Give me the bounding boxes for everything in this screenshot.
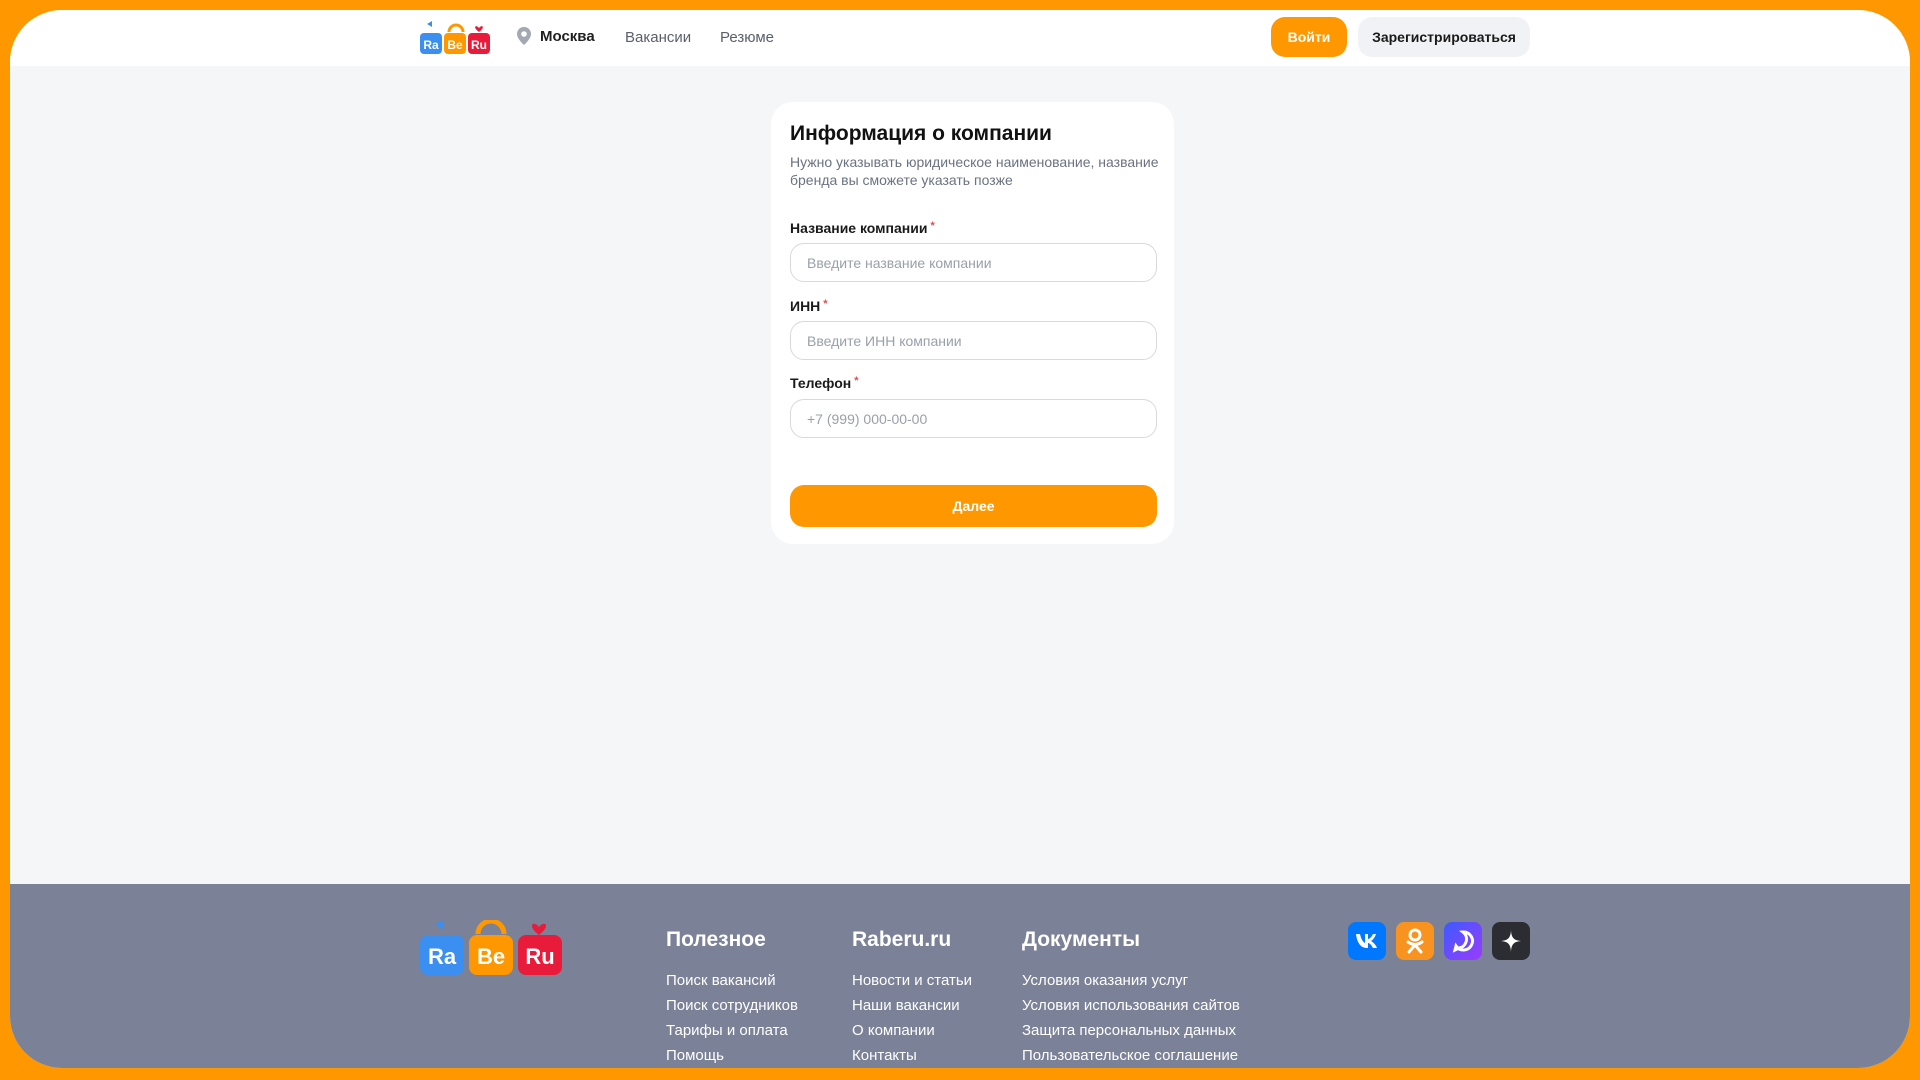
max-messenger-icon[interactable] (1444, 922, 1482, 960)
footer-link-help[interactable]: Помощь (666, 1043, 798, 1068)
raberu-logo-footer[interactable]: Ra Be Ru (418, 920, 564, 978)
footer-link-staff-search[interactable]: Поиск сотрудников (666, 993, 798, 1018)
footer-logo-ra: Ra (428, 944, 457, 969)
company-name-label-text: Название компании (790, 220, 928, 236)
odnoklassniki-icon[interactable] (1396, 922, 1434, 960)
footer-column-title: Raberu.ru (852, 928, 952, 951)
footer-column-documents: Документы Условия оказания услуг Условия… (1022, 928, 1240, 1068)
footer-column-title: Документы (1022, 928, 1141, 951)
footer-logo-be: Be (477, 944, 505, 969)
page-frame: Ra Be Ru Москва Вакансии Резюме Войти За… (10, 10, 1910, 1068)
login-button[interactable]: Войти (1271, 17, 1347, 57)
footer-logo-ru: Ru (525, 944, 554, 969)
ok-glyph (1406, 928, 1424, 954)
footer-link-privacy[interactable]: Защита персональных данных (1022, 1018, 1240, 1043)
nav-resumes[interactable]: Резюме (720, 29, 774, 46)
footer-column-raberu: Raberu.ru Новости и статьи Наши вакансии… (852, 928, 972, 1068)
dzen-icon[interactable] (1492, 922, 1530, 960)
map-pin-icon (517, 27, 531, 45)
footer-link-about[interactable]: О компании (852, 1018, 972, 1043)
phone-label-text: Телефон (790, 375, 852, 391)
inn-label-text: ИНН (790, 298, 821, 314)
city-name: Москва (540, 27, 595, 45)
raberu-logo[interactable]: Ra Be Ru (418, 20, 492, 58)
logo-letters-ra: Ra (423, 38, 439, 52)
inn-label: ИНН * (790, 298, 828, 314)
vk-icon[interactable] (1348, 922, 1386, 960)
logo-letters-be: Be (447, 38, 463, 52)
form-subtitle: Нужно указывать юридическое наименование… (790, 154, 1159, 188)
footer-link-our-vacancies[interactable]: Наши вакансии (852, 993, 972, 1018)
footer-link-job-search[interactable]: Поиск вакансий (666, 968, 798, 993)
footer-link-news[interactable]: Новости и статьи (852, 968, 972, 993)
phone-input[interactable] (790, 399, 1157, 438)
nav-vacancies[interactable]: Вакансии (625, 29, 691, 46)
footer-link-user-agreement[interactable]: Пользовательское соглашение (1022, 1043, 1240, 1068)
dzen-glyph (1499, 929, 1523, 953)
logo-letters-ru: Ru (471, 38, 487, 52)
footer: Ra Be Ru Полезное Поиск вакансий Поиск с… (10, 884, 1910, 1068)
footer-link-contacts[interactable]: Контакты (852, 1043, 972, 1068)
max-glyph (1452, 930, 1474, 953)
footer-link-terms-of-service[interactable]: Условия оказания услуг (1022, 968, 1240, 993)
phone-label: Телефон * (790, 375, 859, 391)
form-title: Информация о компании (790, 122, 1052, 145)
footer-link-site-terms[interactable]: Условия использования сайтов (1022, 993, 1240, 1018)
vk-glyph (1356, 934, 1377, 948)
company-name-label: Название компании * (790, 220, 935, 236)
required-mark: * (823, 298, 828, 310)
register-button[interactable]: Зарегистрироваться (1358, 17, 1530, 57)
header: Ra Be Ru Москва Вакансии Резюме Войти За… (10, 10, 1910, 66)
footer-column-title: Полезное (666, 928, 766, 951)
footer-column-useful: Полезное Поиск вакансий Поиск сотруднико… (666, 928, 798, 1068)
required-mark: * (854, 375, 859, 387)
required-mark: * (930, 220, 935, 232)
company-info-card: Информация о компании Нужно указывать юр… (771, 102, 1174, 544)
next-button[interactable]: Далее (790, 485, 1157, 527)
company-name-input[interactable] (790, 243, 1157, 282)
footer-link-pricing[interactable]: Тарифы и оплата (666, 1018, 798, 1043)
city-selector[interactable]: Москва (516, 26, 595, 46)
inn-input[interactable] (790, 321, 1157, 360)
